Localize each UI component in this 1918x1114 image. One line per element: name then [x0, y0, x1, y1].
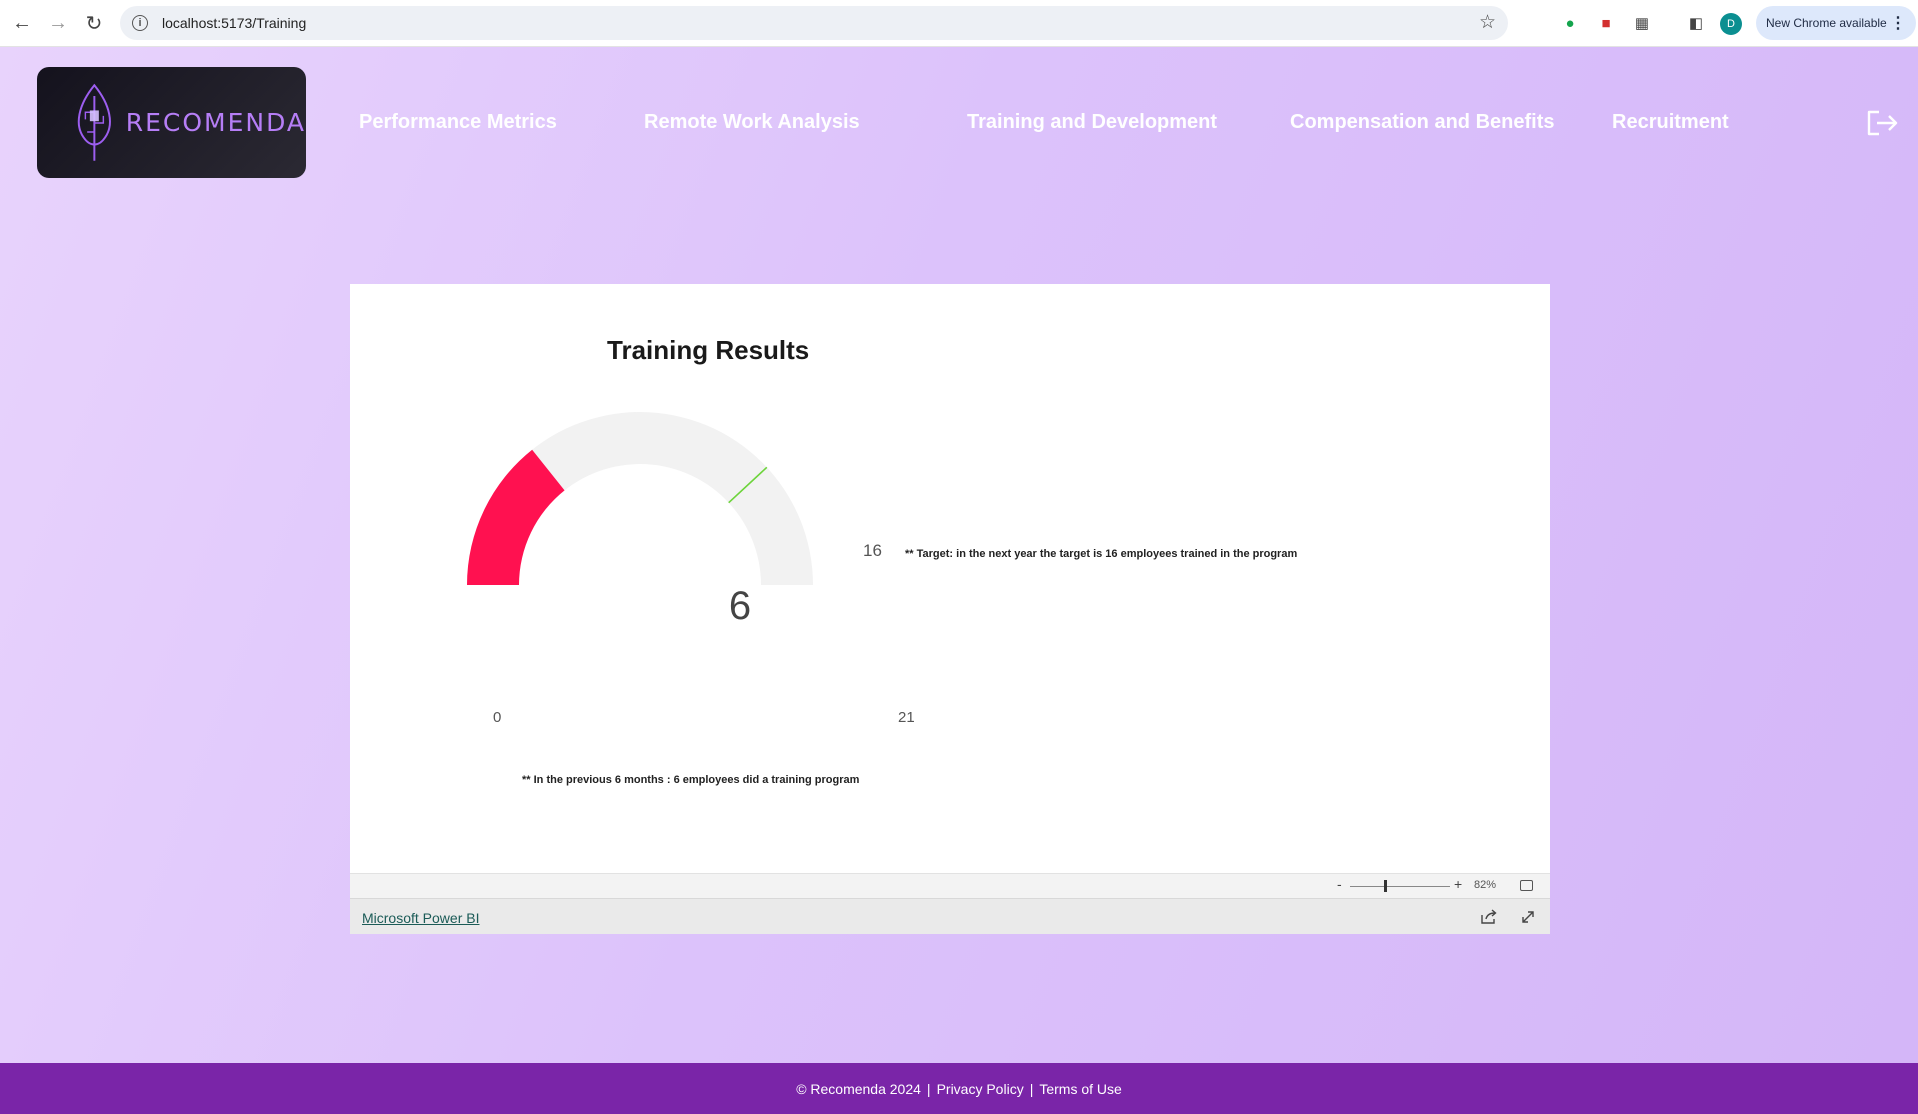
zoom-percent: 82% [1474, 879, 1497, 891]
target-note: ** Target: in the next year the target i… [905, 548, 1298, 560]
zoom-in-button[interactable]: + [1454, 876, 1462, 892]
reload-icon[interactable]: ↻ [76, 5, 112, 41]
back-icon[interactable]: ← [4, 5, 40, 41]
zoom-slider-thumb[interactable] [1384, 880, 1387, 892]
address-bar[interactable]: i localhost:5173/Training ☆ [120, 6, 1508, 40]
fit-to-page-icon[interactable] [1520, 880, 1533, 891]
powerbi-footer: Microsoft Power BI [350, 898, 1550, 934]
url-text[interactable]: localhost:5173/Training [162, 15, 306, 31]
bookmark-star-icon[interactable]: ☆ [1479, 11, 1496, 34]
nav-training-and-development[interactable]: Training and Development [967, 111, 1217, 134]
zoom-slider-track[interactable] [1350, 886, 1450, 887]
logo[interactable]: RECOMENDA [37, 67, 306, 178]
logo-text: RECOMENDA [125, 108, 306, 137]
powerbi-report[interactable]: Training Results 6 0 21 16 ** Target: in… [350, 284, 1550, 934]
chrome-update-button[interactable]: New Chrome available ⋮ [1756, 6, 1916, 40]
footer-separator: | [1029, 1080, 1034, 1097]
more-menu-icon[interactable]: ⋮ [1890, 13, 1906, 33]
forward-icon[interactable]: → [40, 5, 76, 41]
browser-toolbar: ← → ↻ i localhost:5173/Training ☆ ● ■ ▦ … [0, 0, 1918, 47]
nav-performance-metrics[interactable]: Performance Metrics [359, 111, 557, 134]
privacy-policy-link[interactable]: Privacy Policy [937, 1081, 1024, 1097]
site-footer: © Recomenda 2024 | Privacy Policy | Term… [0, 1063, 1918, 1114]
site-info-icon[interactable]: i [132, 15, 148, 31]
gauge-target-label: 16 [863, 541, 882, 560]
powerbi-link[interactable]: Microsoft Power BI [362, 910, 479, 926]
logout-icon[interactable] [1866, 109, 1900, 137]
previous-note: ** In the previous 6 months : 6 employee… [522, 774, 860, 786]
share-icon[interactable] [1480, 909, 1498, 925]
red-extension-icon[interactable]: ■ [1594, 11, 1618, 35]
grammarly-extension-icon[interactable]: ● [1558, 11, 1582, 35]
terms-of-use-link[interactable]: Terms of Use [1039, 1081, 1121, 1097]
gauge-value: 6 [728, 584, 752, 628]
nav-remote-work-analysis[interactable]: Remote Work Analysis [644, 111, 860, 134]
side-panel-icon[interactable]: ◧ [1684, 11, 1708, 35]
copyright-text: © Recomenda 2024 [796, 1080, 921, 1097]
gauge-max-label: 21 [898, 709, 915, 726]
profile-avatar[interactable]: D [1720, 13, 1742, 35]
app-page: RECOMENDA Performance Metrics Remote Wor… [0, 47, 1918, 1063]
update-label: New Chrome available [1766, 16, 1887, 30]
zoom-out-button[interactable]: - [1337, 876, 1342, 892]
fullscreen-icon[interactable] [1520, 909, 1536, 925]
gauge-min-label: 0 [493, 709, 502, 726]
extensions-puzzle-icon[interactable]: ▦ [1630, 11, 1654, 35]
zoom-bar: - + 82% [350, 873, 1550, 898]
nav-compensation-and-benefits[interactable]: Compensation and Benefits [1290, 111, 1554, 134]
footer-separator: | [926, 1080, 931, 1097]
leaf-logo-icon [77, 83, 111, 161]
nav-recruitment[interactable]: Recruitment [1612, 111, 1729, 134]
